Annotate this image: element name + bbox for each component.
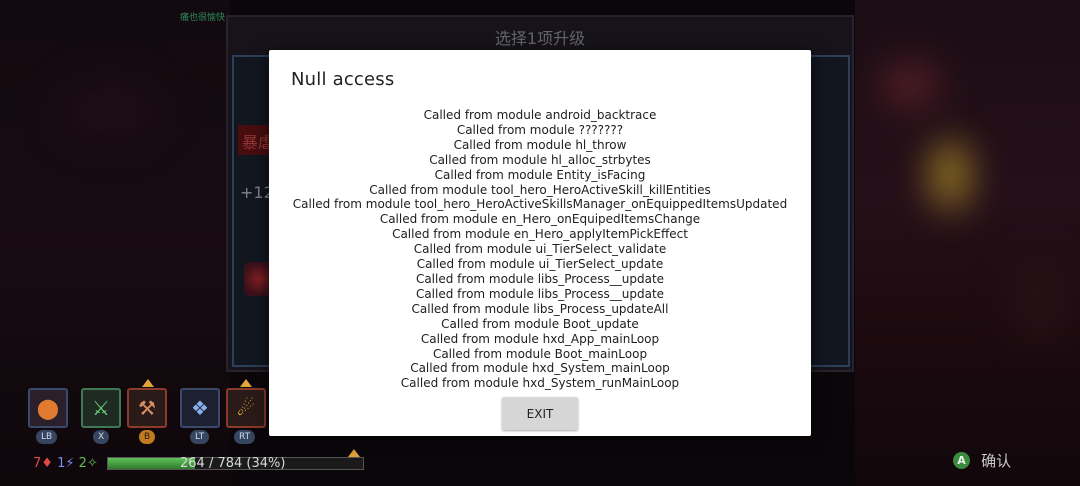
a-button-icon: A [953, 452, 970, 469]
stack-trace-line: Called from module hxd_System_mainLoop [410, 361, 670, 376]
stack-trace-line: Called from module hl_alloc_strbytes [429, 152, 651, 167]
xp-text: 264 / 784 (34%) [180, 456, 286, 471]
flame-blade-icon: ☄ [237, 396, 255, 420]
key-hint-rt: RT [234, 430, 256, 444]
upgrade-arrow-icon [348, 449, 360, 457]
stack-trace-line: Called from module Boot_update [441, 316, 639, 331]
tactics-icon: ⚡ [65, 456, 75, 471]
primary-weapon-slot[interactable]: ⚔ [81, 388, 121, 428]
stack-trace-line: Called from module hxd_System_runMainLoo… [400, 376, 680, 391]
skill-left-slot[interactable]: ❖ [180, 388, 220, 428]
skill-right-slot[interactable]: ☄ [226, 388, 266, 428]
sword-icon: ⚒ [138, 396, 156, 420]
potion-icon: ⬤ [36, 396, 60, 420]
stack-trace-line: Called from module Entity_isFacing [434, 167, 646, 182]
error-dialog: Null access Called from module android_b… [269, 50, 811, 436]
brutality-icon: ♦ [41, 456, 53, 471]
key-hint-lb: LB [36, 430, 58, 444]
stack-trace-line: Called from module en_Hero_onEquipedItem… [379, 212, 701, 227]
stack-trace-line: Called from module hl_throw [453, 137, 627, 152]
stack-trace-line: Called from module en_Hero_applyItemPick… [392, 227, 688, 242]
key-hint-x: X [93, 430, 110, 444]
wings-icon: ❖ [191, 396, 209, 420]
stack-trace-line: Called from module libs_Process__update [415, 271, 665, 286]
key-hint-lt: LT [190, 430, 210, 444]
upgrade-arrow-icon [240, 379, 252, 387]
stack-trace-line: Called from module ??????? [456, 122, 624, 137]
stack-trace-line: Called from module libs_Process_updateAl… [411, 301, 669, 316]
stack-trace-line: Called from module tool_hero_HeroActiveS… [292, 197, 788, 212]
confirm-button[interactable]: A 确认 [953, 450, 1011, 470]
stack-trace: Called from module android_backtrace Call… [269, 108, 811, 391]
survival-count: 2 [78, 456, 87, 471]
stack-trace-line: Called from module android_backtrace [423, 108, 657, 122]
survival-icon: ✧ [86, 456, 98, 471]
stack-trace-line: Called from module libs_Process__update [415, 286, 665, 301]
stack-trace-line: Called from module tool_hero_HeroActiveS… [369, 182, 711, 197]
stack-trace-line: Called from module ui_TierSelect_validat… [413, 242, 667, 257]
confirm-label: 确认 [981, 452, 1012, 470]
secondary-weapon-slot[interactable]: ⚒ [127, 388, 167, 428]
stack-trace-line: Called from module ui_TierSelect_update [416, 257, 664, 272]
exit-button[interactable]: EXIT [502, 397, 578, 430]
potion-slot[interactable]: ⬤ [28, 388, 68, 428]
stats-line: 7♦ 1⚡ 2✧ [33, 456, 98, 471]
stack-trace-line: Called from module Boot_mainLoop [432, 346, 648, 361]
dialog-title: Null access [291, 69, 395, 90]
key-hint-b: B [139, 430, 156, 444]
crossbow-icon: ⚔ [92, 396, 110, 420]
upgrade-arrow-icon [142, 379, 154, 387]
stack-trace-line: Called from module hxd_App_mainLoop [420, 331, 660, 346]
